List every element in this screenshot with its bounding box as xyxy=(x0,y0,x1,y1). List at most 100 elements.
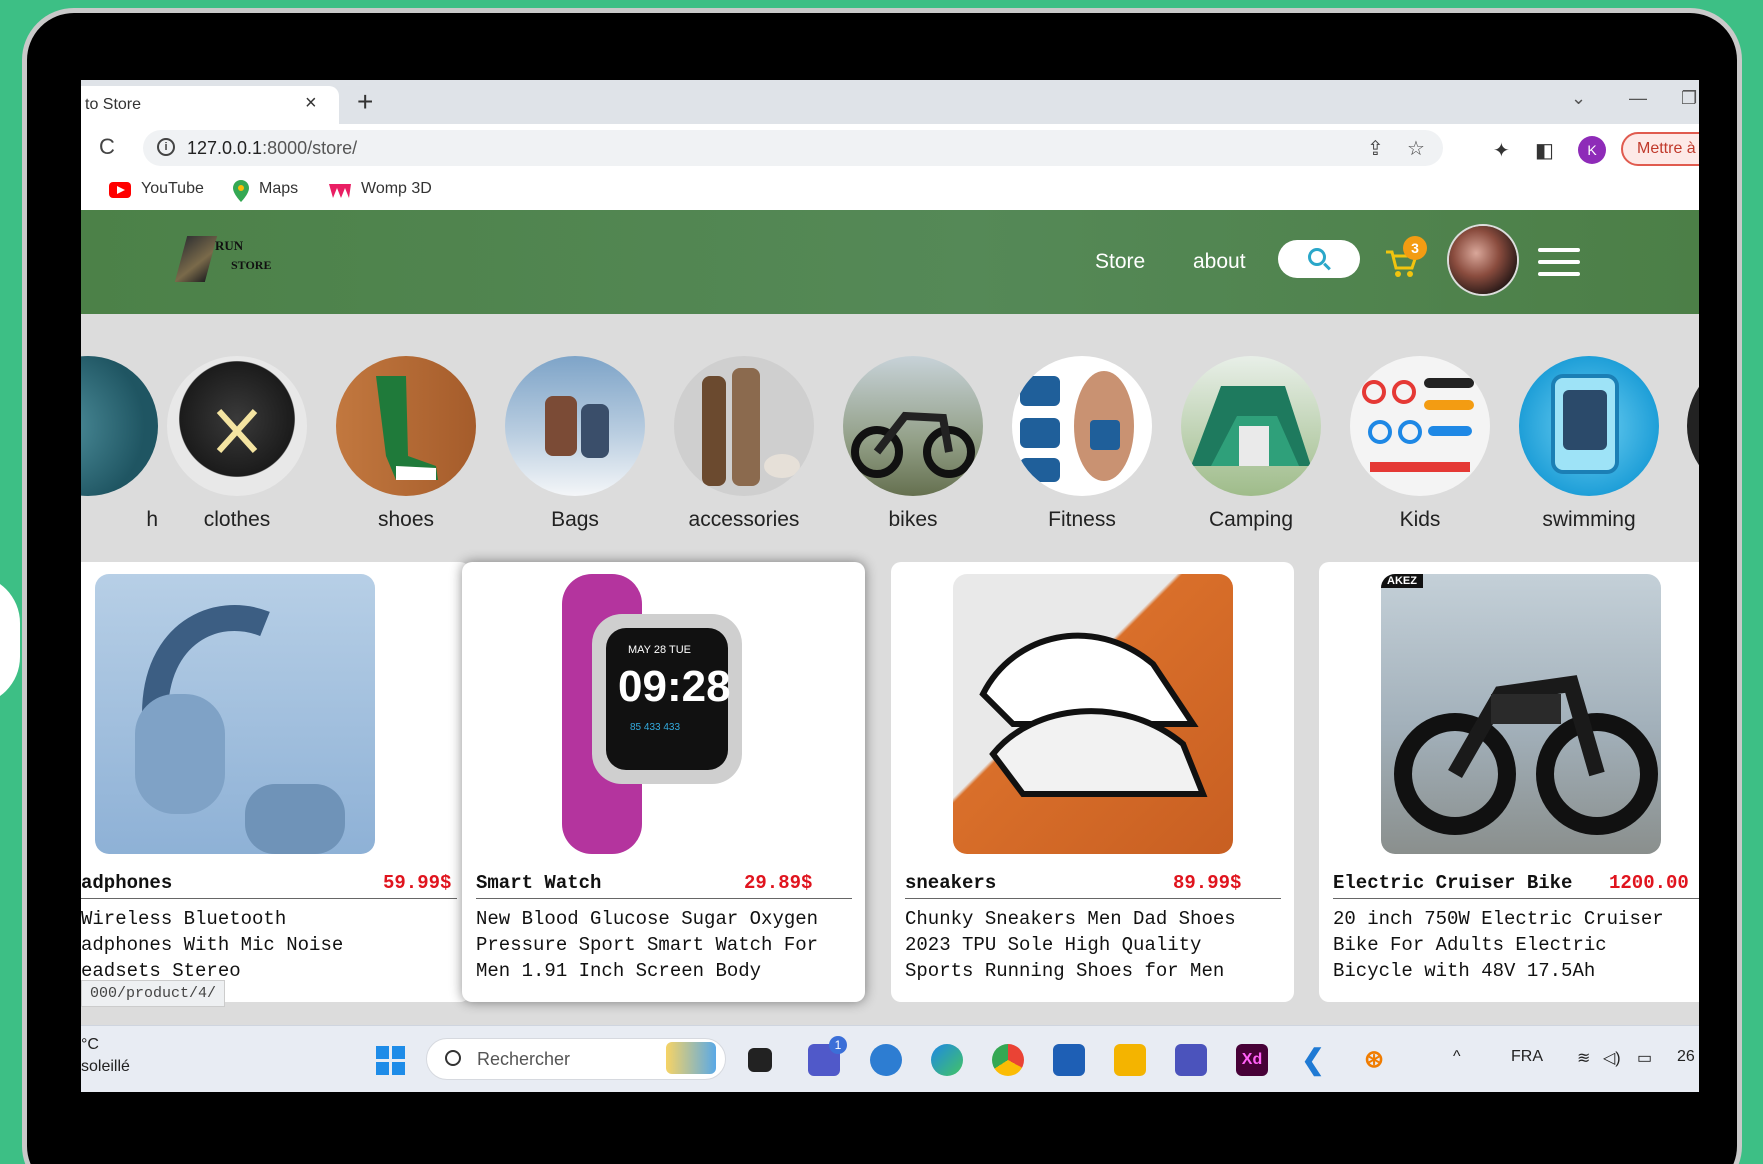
divider xyxy=(81,898,457,899)
edge-icon[interactable] xyxy=(931,1044,963,1076)
category-item-fitness[interactable]: Fitness xyxy=(1012,356,1152,532)
file-explorer-icon[interactable] xyxy=(1114,1044,1146,1076)
show-hidden-icons[interactable]: ^ xyxy=(1453,1048,1461,1066)
extensions-icon[interactable]: ✦ xyxy=(1493,138,1510,163)
product-name: Electric Cruiser Bike xyxy=(1333,872,1573,894)
product-image: AKEZ xyxy=(1381,574,1661,854)
update-button[interactable]: Mettre à xyxy=(1621,132,1699,166)
search-icon xyxy=(445,1050,461,1066)
link-status-bar: 000/product/4/ xyxy=(81,980,226,1007)
category-item-swimming[interactable]: swimming xyxy=(1519,356,1659,532)
bookmark-maps[interactable]: Maps xyxy=(259,180,298,198)
vscode-icon[interactable]: ❮ xyxy=(1297,1044,1329,1076)
product-grid: adphones 59.99$ Wireless Bluetooth adphon… xyxy=(81,542,1699,1017)
category-item-headphones[interactable]: h xyxy=(81,356,158,532)
product-description: Chunky Sneakers Men Dad Shoes 2023 TPU So… xyxy=(905,908,1236,982)
category-label: accessories xyxy=(688,508,800,531)
battery-icon[interactable]: ▭ xyxy=(1637,1048,1652,1068)
category-item-bikes[interactable]: bikes xyxy=(843,356,983,532)
reload-icon[interactable]: C xyxy=(99,134,115,160)
share-icon[interactable]: ⇪ xyxy=(1367,136,1384,161)
nav-about[interactable]: about xyxy=(1193,250,1246,274)
star-icon[interactable]: ☆ xyxy=(1407,136,1425,161)
product-price: 89.99$ xyxy=(1173,872,1242,894)
category-label: Fitness xyxy=(1048,508,1116,531)
menu-icon[interactable] xyxy=(1538,248,1580,284)
product-card-electric-bike[interactable]: AKEZ Electric Cruiser Bike 1200.00 20 in… xyxy=(1319,562,1699,1002)
category-item-camping[interactable]: Camping xyxy=(1181,356,1321,532)
url-text: 127.0.0.1:8000/store/ xyxy=(187,138,358,158)
category-image xyxy=(1519,356,1659,496)
category-item-accessories[interactable]: accessories xyxy=(674,356,814,532)
store-app-icon[interactable] xyxy=(1053,1044,1085,1076)
task-view-icon[interactable] xyxy=(748,1048,772,1072)
product-image: MAY 28 TUE 09:28 85 433 433 xyxy=(522,574,802,854)
product-price: 29.89$ xyxy=(744,872,813,894)
windows-start-icon[interactable] xyxy=(376,1046,406,1076)
teams-badge: 1 xyxy=(829,1036,847,1054)
clock-text[interactable]: 26 xyxy=(1677,1048,1695,1066)
tab-title: to Store xyxy=(85,96,142,113)
watch-date: MAY 28 TUE xyxy=(628,644,691,656)
product-name: adphones xyxy=(81,872,173,894)
weather-widget[interactable]: °C soleillé xyxy=(81,1034,130,1078)
url-field[interactable]: i 127.0.0.1:8000/store/ ⇪ ☆ xyxy=(143,130,1443,166)
profile-avatar[interactable]: K xyxy=(1578,136,1606,164)
search-placeholder: Rechercher xyxy=(477,1049,571,1069)
info-icon[interactable]: i xyxy=(157,138,175,156)
help-icon[interactable] xyxy=(870,1044,902,1076)
category-label: Bags xyxy=(551,508,599,531)
logo-text-run[interactable]: RUN xyxy=(215,238,243,254)
product-card-headphones[interactable]: adphones 59.99$ Wireless Bluetooth adphon… xyxy=(81,562,470,1002)
category-item-kids[interactable]: Kids xyxy=(1350,356,1490,532)
side-panel-icon[interactable]: ◧ xyxy=(1535,138,1554,163)
close-tab-icon[interactable]: × xyxy=(305,92,317,115)
chrome-icon[interactable] xyxy=(992,1044,1024,1076)
category-item-clothes[interactable]: clothes xyxy=(167,356,307,532)
category-label: bikes xyxy=(888,508,938,531)
product-card-smart-watch[interactable]: MAY 28 TUE 09:28 85 433 433 Smart Watch … xyxy=(462,562,865,1002)
youtube-icon xyxy=(109,182,131,198)
background-decoration xyxy=(0,575,20,705)
bookmark-womp[interactable]: Womp 3D xyxy=(361,180,432,198)
product-image xyxy=(95,574,375,854)
screen: to Store × + ⌄ — ❐ C i 127.0.0.1:8000/st… xyxy=(81,80,1699,1092)
product-card-sneakers[interactable]: sneakers 89.99$ Chunky Sneakers Men Dad … xyxy=(891,562,1294,1002)
product-image xyxy=(953,574,1233,854)
category-image xyxy=(1012,356,1152,496)
minimize-icon[interactable]: — xyxy=(1629,88,1647,109)
wifi-icon[interactable]: ≋ xyxy=(1577,1048,1590,1068)
logo-mark xyxy=(174,236,218,282)
widgets-icon[interactable] xyxy=(666,1042,716,1074)
product-description: Wireless Bluetooth adphones With Mic Nois… xyxy=(81,908,344,982)
tab-store[interactable]: to Store × xyxy=(81,86,339,124)
blender-icon[interactable]: ⊛ xyxy=(1358,1044,1390,1076)
tab-search-chevron-icon[interactable]: ⌄ xyxy=(1571,88,1586,109)
volume-icon[interactable]: ◁) xyxy=(1603,1048,1621,1068)
category-item-shoes[interactable]: shoes xyxy=(336,356,476,532)
cart-count-badge: 3 xyxy=(1403,236,1427,260)
divider xyxy=(905,898,1281,899)
category-strip: h clothes shoes Bags accessories bikes F… xyxy=(81,314,1699,542)
new-tab-button[interactable]: + xyxy=(357,86,373,118)
adobe-xd-icon[interactable]: Xd xyxy=(1236,1044,1268,1076)
search-button[interactable] xyxy=(1278,240,1360,278)
tab-bar: to Store × + ⌄ — ❐ xyxy=(81,80,1699,124)
category-item-partial[interactable] xyxy=(1687,356,1699,496)
language-indicator[interactable]: FRA xyxy=(1511,1048,1543,1066)
logo-text-store[interactable]: STORE xyxy=(231,258,271,273)
nav-store[interactable]: Store xyxy=(1095,250,1145,274)
category-label: Camping xyxy=(1208,508,1294,531)
divider xyxy=(476,898,852,899)
teams-icon[interactable] xyxy=(1175,1044,1207,1076)
category-item-bags[interactable]: Bags xyxy=(505,356,645,532)
category-image xyxy=(336,356,476,496)
search-icon xyxy=(1308,248,1326,266)
user-avatar[interactable] xyxy=(1449,226,1517,294)
product-name: sneakers xyxy=(905,872,997,894)
bookmark-youtube[interactable]: YouTube xyxy=(141,180,204,198)
category-image xyxy=(1687,356,1699,496)
category-image xyxy=(505,356,645,496)
restore-icon[interactable]: ❐ xyxy=(1681,88,1697,109)
womp-icon xyxy=(329,184,351,198)
